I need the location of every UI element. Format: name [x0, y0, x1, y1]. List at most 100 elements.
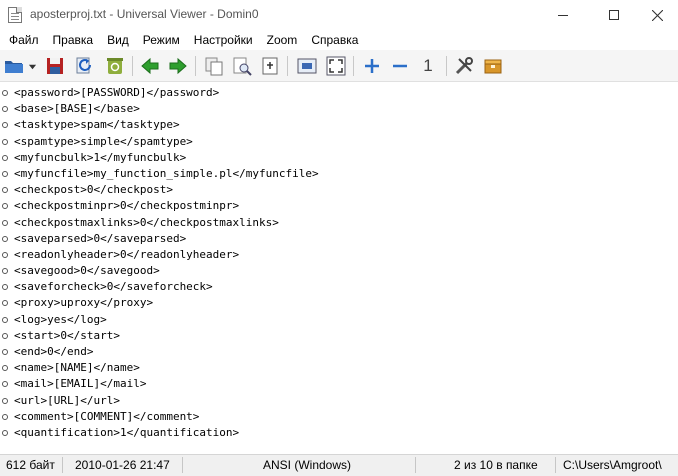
plugins-button[interactable]	[482, 55, 504, 77]
maximize-button[interactable]	[591, 0, 637, 30]
line-marker-icon	[2, 90, 8, 96]
line-text: <name>[NAME]</name>	[14, 361, 140, 375]
zoom-out-button[interactable]	[389, 55, 411, 77]
open-folder-icon	[5, 61, 23, 73]
status-separator	[555, 457, 556, 473]
recycle-button[interactable]	[104, 55, 126, 77]
line-marker-icon	[2, 138, 8, 145]
line-text: <checkpostminpr>0</checkpostminpr>	[14, 199, 240, 213]
text-line: <url>[URL]</url>	[2, 393, 319, 409]
line-text: <myfuncbulk>1</myfuncbulk>	[14, 150, 187, 164]
menu-settings[interactable]: Настройки	[187, 30, 260, 50]
text-lines: <password>[PASSWORD]</password> <base>[BA…	[2, 85, 319, 441]
open-button[interactable]	[3, 55, 25, 77]
zoom-out-icon	[393, 64, 407, 68]
status-separator	[62, 457, 63, 473]
fit-window-button[interactable]	[296, 55, 318, 77]
line-marker-icon	[2, 429, 8, 436]
close-button[interactable]	[634, 0, 678, 30]
line-marker-icon	[2, 219, 8, 226]
text-line: <base>[BASE]</base>	[2, 101, 319, 117]
encoding[interactable]: ANSI (Windows)	[263, 458, 351, 472]
text-line: <log>yes</log>	[2, 312, 319, 328]
menu-zoom[interactable]: Zoom	[260, 30, 305, 50]
fullscreen-icon	[326, 56, 346, 76]
text-line: <password>[PASSWORD]</password>	[2, 85, 319, 101]
text-line: <readonlyheader>0</readonlyheader>	[2, 247, 319, 263]
text-line: <saveparsed>0</saveparsed>	[2, 231, 319, 247]
line-text: <quantification>1</quantification>	[14, 425, 240, 439]
title-bar: aposterproj.txt - Universal Viewer - Dom…	[0, 0, 678, 30]
zoom-in-icon	[365, 59, 379, 73]
next-file-button[interactable]	[167, 55, 189, 77]
line-marker-icon	[2, 170, 8, 177]
folder-path: C:\Users\Amgroot\	[563, 458, 662, 472]
menu-view[interactable]: Вид	[100, 30, 136, 50]
export-button[interactable]	[259, 55, 281, 77]
zoom-in-button[interactable]	[361, 55, 383, 77]
menu-bar: Файл Правка Вид Режим Настройки Zoom Спр…	[0, 30, 678, 50]
line-marker-icon	[2, 154, 8, 161]
text-line: <end>0</end>	[2, 344, 319, 360]
line-text: <log>yes</log>	[14, 312, 107, 326]
text-view[interactable]: <password>[PASSWORD]</password> <base>[BA…	[0, 82, 678, 450]
copy-button[interactable]	[203, 55, 225, 77]
line-text: <spamtype>simple</spamtype>	[14, 134, 193, 148]
text-line: <checkpostmaxlinks>0</checkpostmaxlinks>	[2, 215, 319, 231]
original-size-button[interactable]: 1	[417, 55, 439, 77]
settings-button[interactable]	[453, 55, 475, 77]
minimize-button[interactable]	[540, 0, 586, 30]
save-button[interactable]	[44, 55, 66, 77]
reload-button[interactable]	[73, 55, 95, 77]
menu-edit[interactable]: Правка	[46, 30, 101, 50]
export-icon	[262, 57, 278, 75]
text-line: <checkpostminpr>0</checkpostminpr>	[2, 198, 319, 214]
menu-help[interactable]: Справка	[304, 30, 365, 50]
document-icon	[8, 7, 22, 23]
window-title: aposterproj.txt - Universal Viewer - Dom…	[30, 7, 259, 21]
text-line: <savegood>0</savegood>	[2, 263, 319, 279]
print-preview-button[interactable]	[231, 55, 253, 77]
text-line: <tasktype>spam</tasktype>	[2, 117, 319, 133]
file-date: 2010-01-26 21:47	[75, 458, 170, 472]
status-separator	[415, 457, 416, 473]
line-text: <checkpostmaxlinks>0</checkpostmaxlinks>	[14, 215, 279, 229]
previous-file-button[interactable]	[139, 55, 161, 77]
original-size-icon: 1	[423, 56, 433, 75]
file-position: 2 из 10 в папке	[454, 458, 538, 472]
toolbar-separator	[132, 56, 133, 76]
line-marker-icon	[2, 397, 8, 404]
plugins-box-icon	[484, 59, 502, 74]
text-line: <proxy>uproxy</proxy>	[2, 295, 319, 311]
text-line: <myfuncbulk>1</myfuncbulk>	[2, 150, 319, 166]
line-text: <tasktype>spam</tasktype>	[14, 118, 180, 132]
open-dropdown-button[interactable]	[25, 55, 39, 77]
line-text: <comment>[COMMENT]</comment>	[14, 409, 200, 423]
text-line: <comment>[COMMENT]</comment>	[2, 409, 319, 425]
menu-file[interactable]: Файл	[2, 30, 46, 50]
line-marker-icon	[2, 251, 8, 258]
minimize-icon	[558, 14, 568, 16]
line-text: <myfuncfile>my_function_simple.pl</myfun…	[14, 166, 319, 180]
reload-icon	[76, 57, 91, 74]
recycle-icon	[107, 58, 123, 74]
menu-mode[interactable]: Режим	[136, 30, 187, 50]
text-line: <saveforcheck>0</saveforcheck>	[2, 279, 319, 295]
line-text: <saveforcheck>0</saveforcheck>	[14, 280, 213, 294]
text-line: <name>[NAME]</name>	[2, 360, 319, 376]
status-bar: 612 байт 2010-01-26 21:47 ANSI (Windows)…	[0, 454, 678, 476]
line-marker-icon	[2, 316, 8, 323]
line-marker-icon	[2, 235, 8, 242]
text-line: <start>0</start>	[2, 328, 319, 344]
line-text: <checkpost>0</checkpost>	[14, 183, 173, 197]
toolbar-separator	[353, 56, 354, 76]
maximize-icon	[609, 10, 619, 20]
fullscreen-button[interactable]	[325, 55, 347, 77]
line-text: <proxy>uproxy</proxy>	[14, 296, 154, 310]
dropdown-arrow-icon	[28, 64, 36, 69]
line-text: <mail>[EMAIL]</mail>	[14, 377, 147, 391]
line-marker-icon	[2, 413, 8, 420]
file-size: 612 байт	[6, 458, 55, 472]
text-line: <myfuncfile>my_function_simple.pl</myfun…	[2, 166, 319, 182]
line-text: <end>0</end>	[14, 345, 94, 358]
